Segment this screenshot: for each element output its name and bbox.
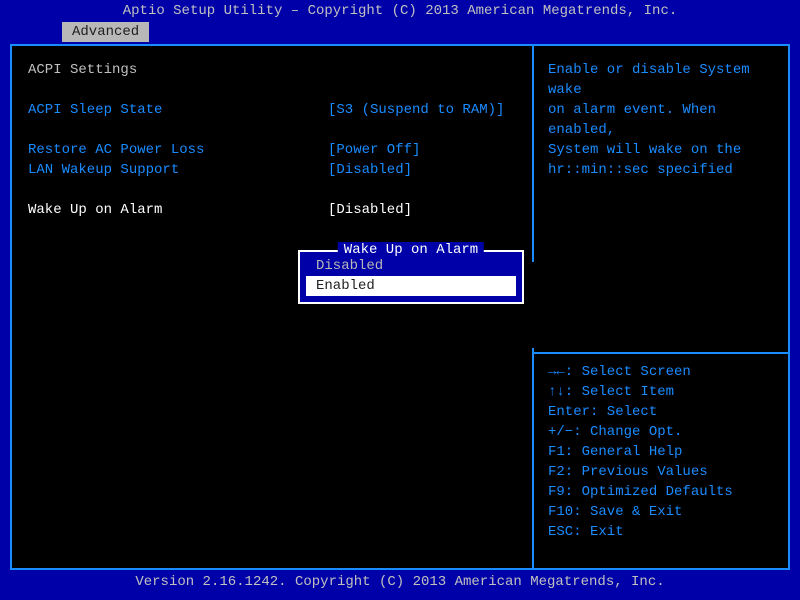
- setting-label: LAN Wakeup Support: [28, 162, 328, 178]
- setting-label: Restore AC Power Loss: [28, 142, 328, 158]
- key-hint: F2: Previous Values: [548, 462, 774, 482]
- footer-bar: Version 2.16.1242. Copyright (C) 2013 Am…: [0, 572, 800, 600]
- setting-value: [S3 (Suspend to RAM)]: [328, 102, 516, 118]
- key-hint: ESC: Exit: [548, 522, 774, 542]
- main-frame: ACPI Settings ACPI Sleep State [S3 (Susp…: [10, 44, 790, 570]
- key-hint: →←: Select Screen: [548, 362, 774, 382]
- help-text: System will wake on the: [548, 140, 774, 160]
- popup-option-enabled[interactable]: Enabled: [306, 276, 516, 296]
- help-pane: Enable or disable System wake on alarm e…: [532, 46, 788, 568]
- option-popup: Wake Up on Alarm Disabled Enabled: [298, 250, 524, 304]
- settings-pane: ACPI Settings ACPI Sleep State [S3 (Susp…: [12, 46, 532, 568]
- setting-value: [Power Off]: [328, 142, 516, 158]
- key-hint: ↑↓: Select Item: [548, 382, 774, 402]
- setting-row[interactable]: Restore AC Power Loss [Power Off]: [28, 140, 516, 160]
- setting-label: Wake Up on Alarm: [28, 202, 328, 218]
- setting-value: [Disabled]: [328, 162, 516, 178]
- setting-row-active[interactable]: Wake Up on Alarm [Disabled]: [28, 200, 516, 220]
- key-hint: F1: General Help: [548, 442, 774, 462]
- key-hint: +/−: Change Opt.: [548, 422, 774, 442]
- help-text: Enable or disable System wake: [548, 60, 774, 100]
- setting-label: ACPI Sleep State: [28, 102, 328, 118]
- key-hint: F9: Optimized Defaults: [548, 482, 774, 502]
- setting-value: [Disabled]: [328, 202, 516, 218]
- title-bar: Aptio Setup Utility – Copyright (C) 2013…: [0, 0, 800, 22]
- key-hint: F10: Save & Exit: [548, 502, 774, 522]
- help-text: on alarm event. When enabled,: [548, 100, 774, 140]
- popup-option-disabled[interactable]: Disabled: [306, 256, 516, 276]
- setting-row[interactable]: LAN Wakeup Support [Disabled]: [28, 160, 516, 180]
- popup-title: Wake Up on Alarm: [338, 242, 484, 258]
- tab-strip: Advanced: [0, 22, 800, 44]
- setting-row[interactable]: ACPI Sleep State [S3 (Suspend to RAM)]: [28, 100, 516, 120]
- key-hint: Enter: Select: [548, 402, 774, 422]
- help-text: hr::min::sec specified: [548, 160, 774, 180]
- help-divider: [534, 352, 788, 354]
- tab-advanced[interactable]: Advanced: [62, 22, 149, 42]
- section-heading: ACPI Settings: [28, 62, 328, 78]
